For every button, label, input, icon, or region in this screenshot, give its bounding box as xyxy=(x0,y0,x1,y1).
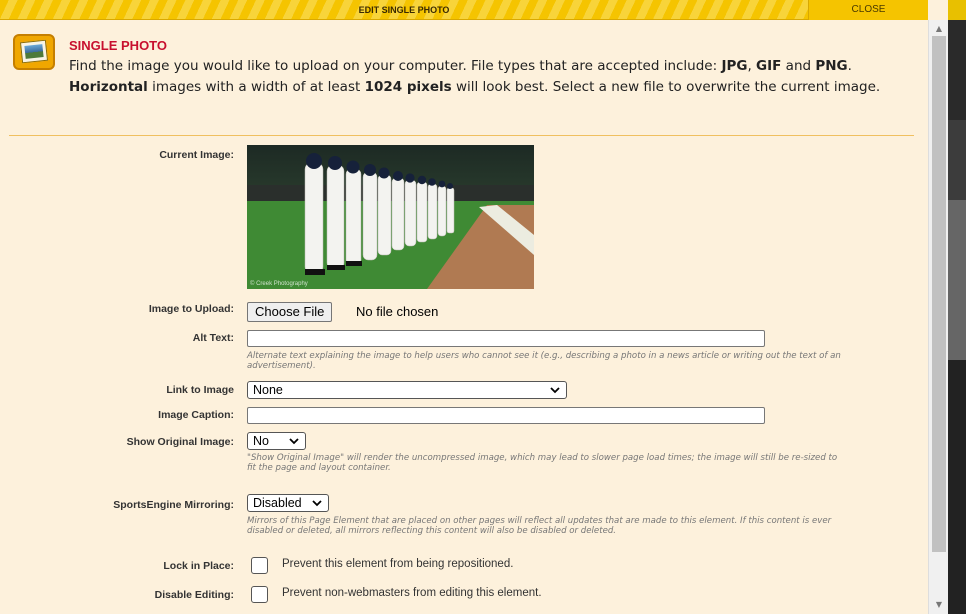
chevron-down-icon xyxy=(550,387,560,394)
intro-section: SINGLE PHOTO Find the image you would li… xyxy=(0,20,928,136)
lock-in-place-text: Prevent this element from being repositi… xyxy=(282,558,514,570)
scroll-down-icon[interactable]: ▼ xyxy=(929,598,949,612)
mirroring-label: SportsEngine Mirroring: xyxy=(113,499,234,511)
choose-file-button[interactable]: Choose File xyxy=(247,302,333,322)
image-upload-label: Image to Upload: xyxy=(148,303,234,315)
current-image-preview: © Creek Photography xyxy=(247,145,534,289)
chevron-down-icon xyxy=(312,500,322,507)
show-original-help: "Show Original Image" will render the un… xyxy=(247,453,838,473)
gif-type: GIF xyxy=(756,58,782,74)
show-original-value: No xyxy=(253,434,269,448)
link-to-image-label: Link to Image xyxy=(166,384,234,396)
pixels-text: 1024 pixels xyxy=(364,79,452,95)
dialog-titlebar: EDIT SINGLE PHOTO CLOSE xyxy=(0,0,928,20)
chevron-down-icon xyxy=(289,438,299,445)
file-status-text: No file chosen xyxy=(356,304,439,319)
png-type: PNG xyxy=(815,58,848,74)
photo-album-icon xyxy=(13,34,55,70)
jpg-type: JPG xyxy=(721,58,748,74)
link-to-image-select[interactable]: None xyxy=(247,381,567,399)
show-original-select[interactable]: No xyxy=(247,432,306,450)
alt-text-help: Alternate text explaining the image to h… xyxy=(247,351,841,371)
current-image-label: Current Image: xyxy=(159,149,234,161)
disable-editing-text: Prevent non-webmasters from editing this… xyxy=(282,587,542,599)
lock-in-place-label: Lock in Place: xyxy=(163,560,234,572)
scrollbar-thumb[interactable] xyxy=(932,36,946,552)
disable-editing-checkbox[interactable] xyxy=(251,586,268,603)
scroll-up-icon[interactable]: ▲ xyxy=(929,22,949,36)
image-caption-input[interactable] xyxy=(247,407,765,424)
mirroring-value: Disabled xyxy=(253,496,302,510)
alt-text-label: Alt Text: xyxy=(192,332,234,344)
alt-text-input[interactable] xyxy=(247,330,765,347)
section-title: SINGLE PHOTO xyxy=(69,38,167,53)
close-button[interactable]: CLOSE xyxy=(808,0,928,20)
intro-description: Find the image you would like to upload … xyxy=(69,58,881,95)
disable-editing-label: Disable Editing: xyxy=(154,589,234,601)
mirroring-help: Mirrors of this Page Element that are pl… xyxy=(247,516,832,536)
show-original-label: Show Original Image: xyxy=(126,436,234,448)
lock-in-place-checkbox[interactable] xyxy=(251,557,268,574)
section-divider xyxy=(9,135,914,136)
horizontal-text: Horizontal xyxy=(69,79,148,95)
edit-photo-dialog: EDIT SINGLE PHOTO CLOSE SINGLE PHOTO Fin… xyxy=(0,0,966,614)
mirroring-select[interactable]: Disabled xyxy=(247,494,329,512)
link-to-image-value: None xyxy=(253,383,283,397)
dialog-title: EDIT SINGLE PHOTO xyxy=(358,5,450,15)
background-page-edge xyxy=(948,0,966,614)
photo-credit: © Creek Photography xyxy=(250,281,308,287)
dialog-scrollbar[interactable]: ▲ ▼ xyxy=(928,20,948,614)
image-caption-label: Image Caption: xyxy=(158,409,234,421)
